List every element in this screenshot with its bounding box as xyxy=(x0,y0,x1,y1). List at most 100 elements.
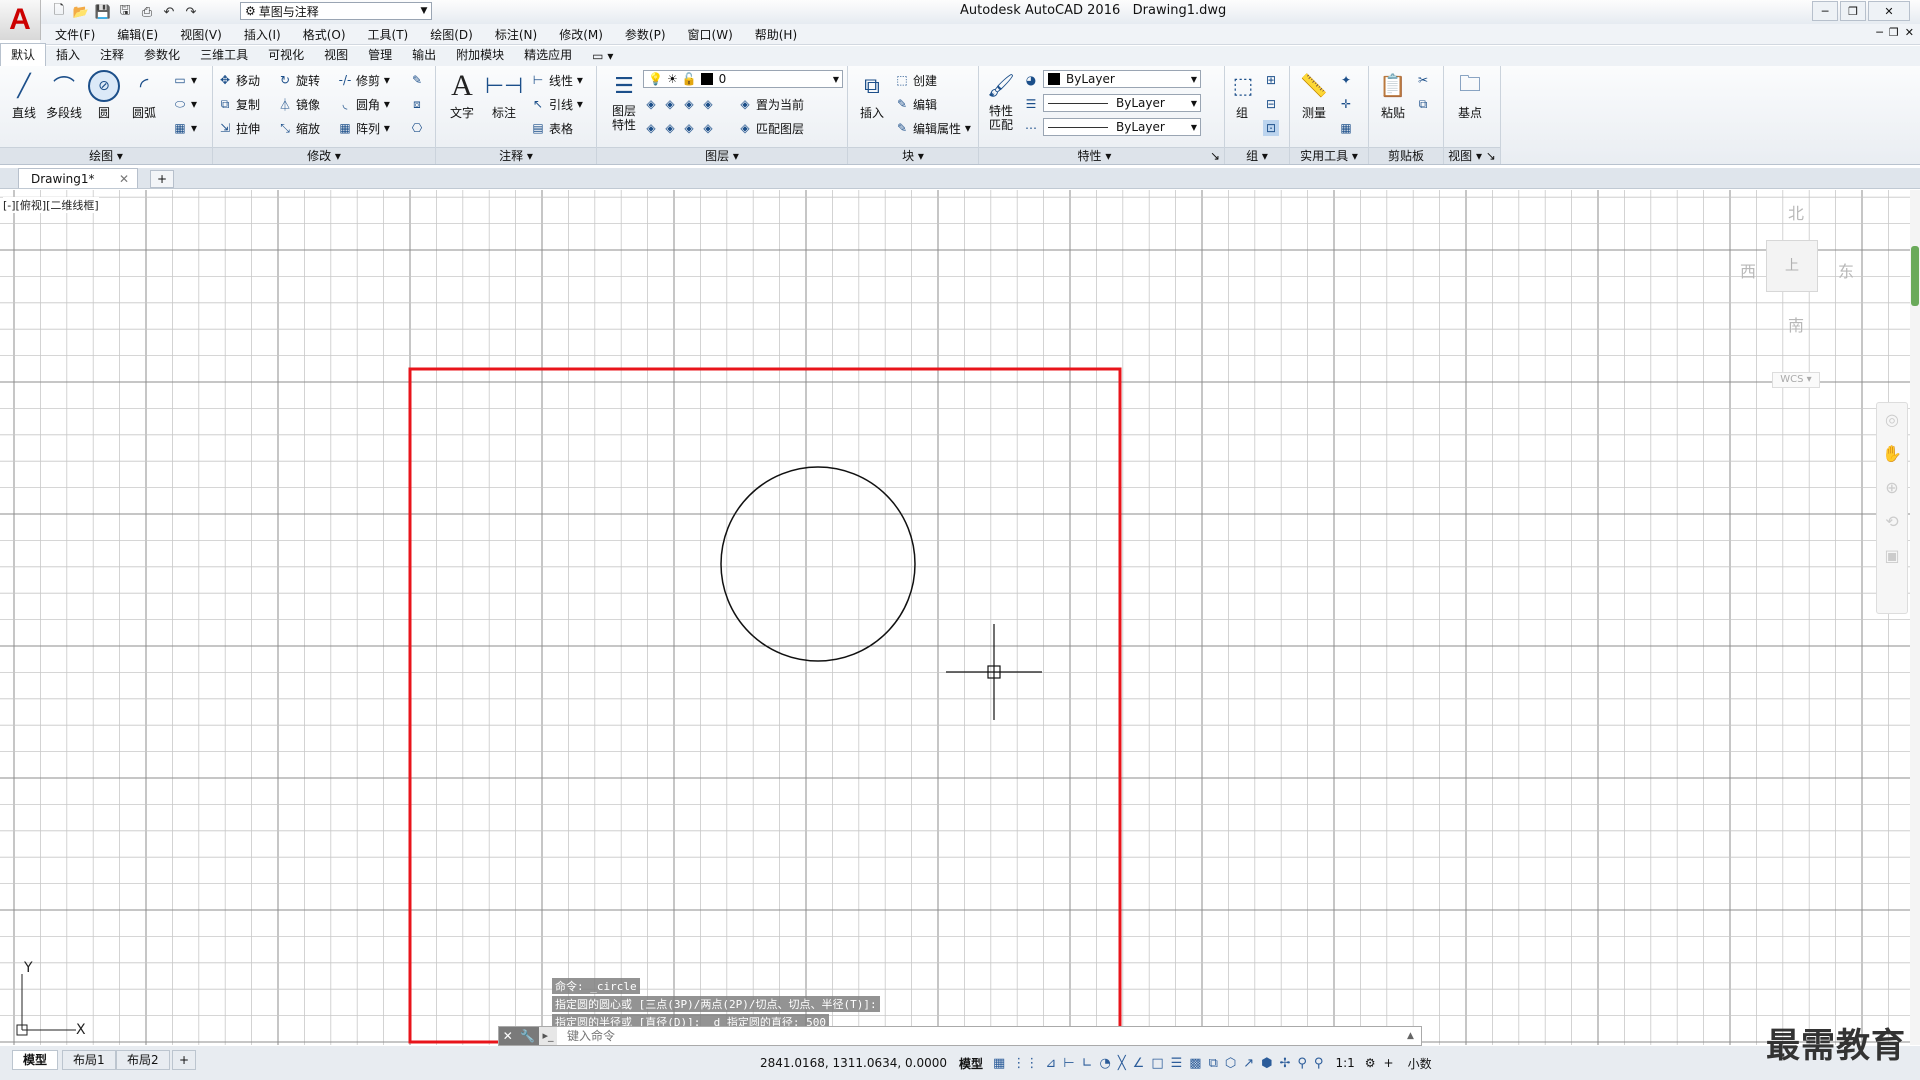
layer-dropdown[interactable]: 💡 ☀ 🔓 0 ▼ xyxy=(643,70,843,88)
ribbon-tab-5[interactable]: 可视化 xyxy=(258,44,314,66)
stretch-button[interactable]: ⇲ 拉伸 xyxy=(217,118,260,138)
menu-item-9[interactable]: 参数(P) xyxy=(614,26,677,43)
group-edit-button[interactable]: ⊟ xyxy=(1263,94,1282,114)
doc-minimize-icon[interactable]: ─ xyxy=(1876,26,1883,39)
close-button[interactable]: ✕ xyxy=(1868,1,1910,21)
drawing-area[interactable]: [-][俯视][二维线框] 北 西 东 南 上 WCS ▾ ◎ ✋ ⊕ ⟲ ▣ … xyxy=(0,190,1920,1045)
isodraft-icon[interactable]: ╳ xyxy=(1118,1056,1126,1071)
plus-icon[interactable]: + xyxy=(1384,1056,1394,1070)
insert-block-button[interactable]: ⧉ 插入 xyxy=(852,70,892,140)
selection-cycling-icon[interactable]: ⧉ xyxy=(1209,1056,1218,1071)
layer-properties-button[interactable]: ☰ 图层特性 xyxy=(601,70,647,140)
viewcube-south[interactable]: 南 xyxy=(1788,312,1804,336)
move-button[interactable]: ✥ 移动 xyxy=(217,70,260,90)
showmotion-icon[interactable]: ▣ xyxy=(1877,539,1907,573)
zoom-icon[interactable]: ⊕ xyxy=(1877,471,1907,505)
array-button[interactable]: ▦ 阵列 ▾ xyxy=(337,118,390,138)
set-current-button[interactable]: ◈ 置为当前 xyxy=(737,94,804,114)
ribbon-tab-6[interactable]: 视图 xyxy=(314,44,358,66)
group-panel-title[interactable]: 组 ▾ xyxy=(1225,147,1289,164)
menu-item-11[interactable]: 帮助(H) xyxy=(744,26,808,43)
arc-button[interactable]: ◜ 圆弧 xyxy=(124,70,164,140)
layout-tab-layout1[interactable]: 布局1 xyxy=(62,1050,116,1070)
file-tab-drawing1[interactable]: Drawing1* ✕ xyxy=(18,168,138,188)
ribbon-tab-8[interactable]: 输出 xyxy=(402,44,446,66)
selection-filter-icon[interactable]: ⬢ xyxy=(1261,1056,1272,1071)
menu-item-2[interactable]: 视图(V) xyxy=(169,26,233,43)
application-menu-button[interactable]: A xyxy=(0,0,41,40)
annotation-scale[interactable]: 1:1 xyxy=(1335,1056,1354,1070)
doc-restore-icon[interactable]: ❐ xyxy=(1889,26,1899,39)
circle-button[interactable]: ⊘ 圆 xyxy=(84,70,124,140)
block-panel-title[interactable]: 块 ▾ xyxy=(848,147,978,164)
calculator-button[interactable]: ▦ xyxy=(1338,118,1357,138)
color-dropdown[interactable]: ByLayer ▼ xyxy=(1043,70,1201,88)
menu-item-3[interactable]: 插入(I) xyxy=(233,26,292,43)
ribbon-tab-2[interactable]: 注释 xyxy=(90,44,134,66)
wrench-icon[interactable]: 🔧 xyxy=(520,1029,535,1043)
command-input[interactable] xyxy=(557,1028,1407,1044)
ribbon-options-button[interactable]: ▭ ▾ xyxy=(582,47,623,66)
dynamic-ucs-icon[interactable]: ↗ xyxy=(1243,1056,1254,1071)
chevron-up-icon[interactable]: ▲ xyxy=(1407,1031,1421,1041)
layer-tool-row-2[interactable]: ◈ ◈ ◈ ◈ xyxy=(643,118,719,138)
properties-panel-title[interactable]: 特性 ▾ ↘ xyxy=(979,147,1224,164)
command-prompt-icon[interactable]: ▸_ xyxy=(539,1027,557,1045)
leader-button[interactable]: ↖ 引线 ▾ xyxy=(530,94,583,114)
measure-button[interactable]: 📏 测量 xyxy=(1294,70,1334,140)
polar-tracking-icon[interactable]: ◔ xyxy=(1099,1056,1110,1071)
menu-item-5[interactable]: 工具(T) xyxy=(357,26,420,43)
viewcube[interactable]: 北 西 东 南 上 WCS ▾ xyxy=(1740,200,1880,388)
offset-button[interactable]: ⎔ xyxy=(409,118,428,138)
edit-block-button[interactable]: ✎ 编辑 xyxy=(894,94,937,114)
save-as-icon[interactable]: 🖫 xyxy=(116,3,134,21)
group-button[interactable]: ⬚ 组 xyxy=(1227,70,1257,140)
add-layout-button[interactable]: + xyxy=(172,1050,197,1070)
create-block-button[interactable]: ⬚ 创建 xyxy=(894,70,937,90)
layer-tool-row-1[interactable]: ◈ ◈ ◈ ◈ xyxy=(643,94,719,114)
lineweight-dropdown[interactable]: ByLayer ▼ xyxy=(1043,94,1201,112)
auto-scale-icon[interactable]: ⚲ xyxy=(1314,1056,1324,1071)
menu-item-8[interactable]: 修改(M) xyxy=(548,26,614,43)
units-display[interactable]: 小数 xyxy=(1408,1055,1432,1072)
close-tab-icon[interactable]: ✕ xyxy=(119,172,129,186)
erase-button[interactable]: ✎ xyxy=(409,70,428,90)
ribbon-tab-7[interactable]: 管理 xyxy=(358,44,402,66)
coordinate-readout[interactable]: 2841.0168, 1311.0634, 0.0000 xyxy=(760,1056,947,1070)
snap-toggle-icon[interactable]: ⋮⋮ xyxy=(1012,1056,1038,1071)
object-snap-icon[interactable]: □ xyxy=(1151,1056,1163,1071)
line-button[interactable]: ╱ 直线 xyxy=(4,70,44,140)
vertical-scrollbar[interactable] xyxy=(1910,190,1920,1045)
ellipse-tool[interactable]: ⬭ ▾ xyxy=(172,94,197,114)
ungroup-button[interactable]: ⊞ xyxy=(1263,70,1282,90)
ribbon-tab-9[interactable]: 附加模块 xyxy=(446,44,514,66)
command-line-handle[interactable]: ✕ 🔧 xyxy=(499,1027,539,1045)
drawn-circle[interactable] xyxy=(720,466,916,662)
menu-item-1[interactable]: 编辑(E) xyxy=(106,26,169,43)
lineweight-toggle-icon[interactable]: ☰ xyxy=(1171,1056,1183,1071)
view-panel-title[interactable]: 视图 ▾ ↘ xyxy=(1444,147,1500,164)
ribbon-tab-10[interactable]: 精选应用 xyxy=(514,44,582,66)
new-file-icon[interactable]: 🗋 xyxy=(50,3,68,21)
pan-icon[interactable]: ✋ xyxy=(1877,437,1907,471)
ribbon-tab-1[interactable]: 插入 xyxy=(46,44,90,66)
menu-item-6[interactable]: 绘图(D) xyxy=(419,26,484,43)
annotation-panel-title[interactable]: 注释 ▾ xyxy=(436,147,596,164)
point-style-button[interactable]: ✛ xyxy=(1338,94,1357,114)
trim-button[interactable]: -/- 修剪 ▾ xyxy=(337,70,390,90)
menu-item-10[interactable]: 窗口(W) xyxy=(677,26,744,43)
match-properties-button[interactable]: 🖌 特性匹配 xyxy=(981,70,1021,140)
object-snap-tracking-icon[interactable]: ∠ xyxy=(1133,1056,1145,1071)
copy-clip-button[interactable]: ⧉ xyxy=(1415,94,1434,114)
hatch-tool[interactable]: ▦ ▾ xyxy=(172,118,197,138)
group-selection-button[interactable]: ⊡ xyxy=(1263,118,1282,138)
polyline-button[interactable]: ⌒ 多段线 xyxy=(42,70,86,140)
3d-osnap-icon[interactable]: ⬡ xyxy=(1225,1056,1236,1071)
print-icon[interactable]: ⎙ xyxy=(138,3,156,21)
maximize-button[interactable]: ❐ xyxy=(1840,1,1866,21)
base-view-button[interactable]: 🗀 基点 xyxy=(1450,70,1490,140)
infer-constraints-icon[interactable]: ⊿ xyxy=(1045,1056,1056,1071)
viewcube-top-face[interactable]: 上 xyxy=(1766,240,1818,292)
transparency-icon[interactable]: ▩ xyxy=(1189,1056,1201,1071)
modify-panel-title[interactable]: 修改 ▾ xyxy=(213,147,435,164)
